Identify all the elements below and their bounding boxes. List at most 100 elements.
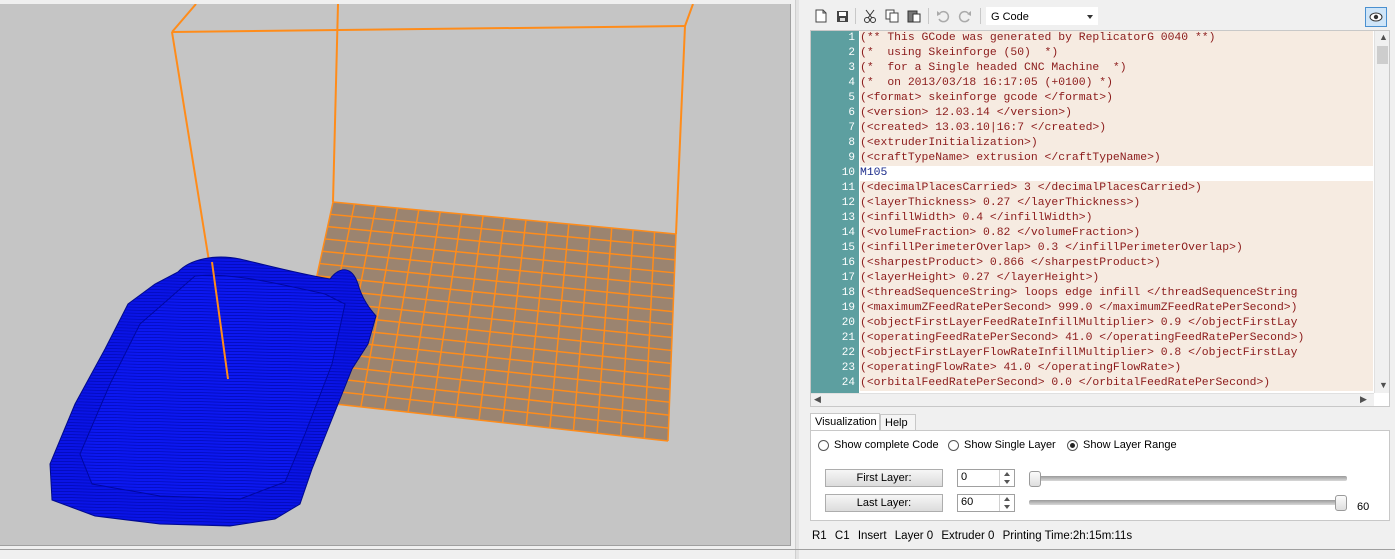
- radio-label: Show complete Code: [834, 439, 939, 451]
- first-layer-spinbox[interactable]: 0: [957, 469, 1015, 487]
- code-text: (<sharpestProduct> 0.866 </sharpestProdu…: [860, 256, 1373, 271]
- code-line[interactable]: 16 (<sharpestProduct> 0.866 </sharpestPro…: [811, 256, 1373, 271]
- code-text: (<version> 12.03.14 </version>): [860, 106, 1373, 121]
- paste-icon[interactable]: [904, 6, 924, 26]
- code-line[interactable]: 13 (<infillWidth> 0.4 </infillWidth>): [811, 211, 1373, 226]
- code-line[interactable]: 9 (<craftTypeName> extrusion </craftTypeN…: [811, 151, 1373, 166]
- line-number: 2: [848, 47, 855, 59]
- code-line[interactable]: 10 M105: [811, 166, 1373, 181]
- code-line[interactable]: 6 (<version> 12.03.14 </version>): [811, 106, 1373, 121]
- tab-visualization[interactable]: Visualization: [810, 413, 880, 431]
- radio-dot-selected: [1067, 439, 1078, 451]
- code-text: (** This GCode was generated by Replicat…: [860, 31, 1373, 46]
- cut-icon[interactable]: [860, 6, 880, 26]
- new-file-icon[interactable]: [811, 6, 831, 26]
- scroll-right-icon[interactable]: ▶: [1360, 394, 1367, 405]
- eye-icon[interactable]: [1365, 7, 1387, 27]
- code-line[interactable]: 22 (<objectFirstLayerFlowRateInfillMultip…: [811, 346, 1373, 361]
- code-text: (<layerHeight> 0.27 </layerHeight>): [860, 271, 1373, 286]
- line-number: 7: [848, 122, 855, 134]
- code-text: (<operatingFlowRate> 41.0 </operatingFlo…: [860, 361, 1373, 376]
- first-layer-value: 0: [961, 471, 968, 483]
- code-line[interactable]: 21 (<operatingFeedRatePerSecond> 41.0 </o…: [811, 331, 1373, 346]
- redo-icon[interactable]: [955, 6, 975, 26]
- spin-up-icon[interactable]: [1004, 497, 1010, 501]
- chevron-down-icon: [1087, 15, 1093, 19]
- code-line[interactable]: 1 (** This GCode was generated by Replica…: [811, 31, 1373, 46]
- gcode-editor[interactable]: 1 (** This GCode was generated by Replica…: [810, 30, 1390, 407]
- line-number: 20: [841, 317, 855, 329]
- code-line[interactable]: 17 (<layerHeight> 0.27 </layerHeight>): [811, 271, 1373, 286]
- tab-help[interactable]: Help: [880, 414, 916, 430]
- line-number: 21: [841, 332, 855, 344]
- code-text: (<extruderInitialization>): [860, 136, 1373, 151]
- spin-down-icon[interactable]: [1004, 480, 1010, 484]
- first-layer-slider[interactable]: [1029, 470, 1347, 488]
- copy-icon[interactable]: [882, 6, 902, 26]
- code-line[interactable]: 7 (<created> 13.03.10|16:7 </created>): [811, 121, 1373, 136]
- code-line[interactable]: 24 (<orbitalFeedRatePerSecond> 0.0 </orbi…: [811, 376, 1373, 391]
- visualization-panel: Show complete Code Show Single Layer Sho…: [810, 430, 1390, 521]
- line-number: 18: [841, 287, 855, 299]
- code-line[interactable]: 11 (<decimalPlacesCarried> 3 </decimalPla…: [811, 181, 1373, 196]
- code-line[interactable]: 19 (<maximumZFeedRatePerSecond> 999.0 </m…: [811, 301, 1373, 316]
- code-text: (<craftTypeName> extrusion </craftTypeNa…: [860, 151, 1373, 166]
- radio-show-single-layer[interactable]: Show Single Layer: [948, 438, 1056, 452]
- code-line[interactable]: 23 (<operatingFlowRate> 41.0 </operatingF…: [811, 361, 1373, 376]
- code-line[interactable]: 4 (* on 2013/03/18 16:17:05 (+0100) *): [811, 76, 1373, 91]
- scroll-up-icon[interactable]: ▲: [1379, 32, 1388, 42]
- first-layer-slider-handle[interactable]: [1029, 471, 1041, 487]
- line-number: 23: [841, 362, 855, 374]
- code-line[interactable]: 12 (<layerThickness> 0.27 </layerThicknes…: [811, 196, 1373, 211]
- last-layer-slider[interactable]: [1029, 494, 1347, 512]
- code-line[interactable]: 18 (<threadSequenceString> loops edge inf…: [811, 286, 1373, 301]
- first-layer-label: First Layer:: [856, 472, 912, 484]
- code-text: (<created> 13.03.10|16:7 </created>): [860, 121, 1373, 136]
- code-text: (* for a Single headed CNC Machine *): [860, 61, 1373, 76]
- printed-model: [49, 256, 377, 527]
- tab-help-label: Help: [885, 417, 908, 429]
- status-printing-time: Printing Time:2h:15m:11s: [1002, 530, 1133, 542]
- line-number: 4: [848, 77, 855, 89]
- line-number: 13: [841, 212, 855, 224]
- language-select[interactable]: G Code: [986, 7, 1098, 25]
- code-line[interactable]: 15 (<infillPerimeterOverlap> 0.3 </infill…: [811, 241, 1373, 256]
- line-number: 12: [841, 197, 855, 209]
- code-text: (<objectFirstLayerFlowRateInfillMultipli…: [860, 346, 1373, 361]
- splitter[interactable]: [791, 0, 803, 559]
- spin-up-icon[interactable]: [1004, 472, 1010, 476]
- line-number: 10: [841, 167, 855, 179]
- radio-show-layer-range[interactable]: Show Layer Range: [1067, 438, 1177, 452]
- last-layer-slider-handle[interactable]: [1335, 495, 1347, 511]
- code-line[interactable]: 14 (<volumeFraction> 0.82 </volumeFractio…: [811, 226, 1373, 241]
- last-layer-button[interactable]: Last Layer:: [825, 494, 943, 512]
- status-mode: Insert: [857, 530, 887, 542]
- last-layer-spinbox[interactable]: 60: [957, 494, 1015, 512]
- code-line[interactable]: 20 (<objectFirstLayerFeedRateInfillMultip…: [811, 316, 1373, 331]
- radio-dot: [818, 439, 829, 451]
- spin-down-icon[interactable]: [1004, 505, 1010, 509]
- first-layer-button[interactable]: First Layer:: [825, 469, 943, 487]
- line-number: 8: [848, 137, 855, 149]
- scroll-left-icon[interactable]: ◀: [814, 394, 821, 405]
- horizontal-scrollbar[interactable]: ◀ ▶: [811, 393, 1374, 406]
- scroll-down-icon[interactable]: ▼: [1379, 380, 1388, 390]
- line-number: 24: [841, 377, 855, 389]
- code-line[interactable]: 3 (* for a Single headed CNC Machine *): [811, 61, 1373, 76]
- status-col: C1: [834, 530, 850, 542]
- undo-icon[interactable]: [933, 6, 953, 26]
- code-line[interactable]: 8 (<extruderInitialization>): [811, 136, 1373, 151]
- status-row: R1: [812, 530, 827, 542]
- scrollbar-thumb[interactable]: [1377, 46, 1388, 64]
- vertical-scrollbar[interactable]: ▲ ▼: [1374, 31, 1389, 393]
- code-line[interactable]: 2 (* using Skeinforge (50) *): [811, 46, 1373, 61]
- toolbar: G Code: [803, 4, 1393, 28]
- line-number: 3: [848, 62, 855, 74]
- last-layer-value: 60: [961, 496, 974, 508]
- code-line[interactable]: 5 (<format> skeinforge gcode </format>): [811, 91, 1373, 106]
- save-icon[interactable]: [832, 6, 852, 26]
- code-area[interactable]: 1 (** This GCode was generated by Replica…: [811, 31, 1373, 393]
- radio-show-complete-code[interactable]: Show complete Code: [818, 438, 939, 452]
- 3d-viewport[interactable]: [0, 4, 791, 546]
- tab-visualization-label: Visualization: [815, 416, 877, 428]
